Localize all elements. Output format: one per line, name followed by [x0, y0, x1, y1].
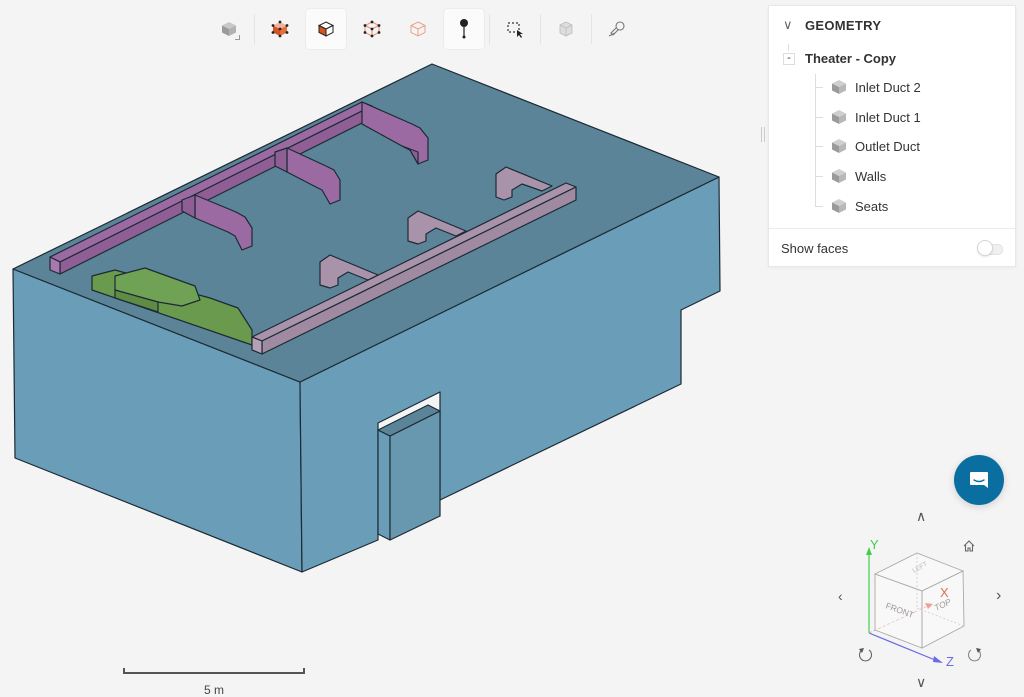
tree-item-label: Seats [855, 198, 889, 214]
solid-view-button[interactable] [209, 9, 249, 49]
tree-item-seats[interactable]: Seats [815, 196, 888, 216]
tree-item-walls[interactable]: Walls [815, 166, 886, 186]
chevron-down-icon[interactable]: ∨ [783, 17, 799, 33]
geometry-panel: ∨ GEOMETRY - Theater - Copy Inlet Duct 2… [768, 5, 1016, 267]
chat-icon [970, 472, 988, 488]
tree-connector [815, 175, 823, 177]
show-faces-label: Show faces [781, 241, 849, 256]
scale-bar-tick [123, 668, 125, 674]
tree-connector [815, 86, 823, 88]
navigation-cube-widget: ∧ ∨ ‹ › Y X Z FRONT TOP LEFT [830, 505, 1024, 696]
wireframe-vertices-button[interactable] [352, 9, 392, 49]
toolbar-divider [489, 14, 490, 44]
y-axis-label: Y [870, 537, 879, 552]
tree-root-label: Theater - Copy [805, 51, 897, 66]
scale-bar-label: 5 m [203, 683, 224, 697]
view-toolbar [206, 8, 640, 50]
tree-item-label: Outlet Duct [855, 138, 921, 154]
toolbar-divider [591, 14, 592, 44]
tree-item-outlet-duct[interactable]: Outlet Duct [815, 136, 920, 156]
wireframe-button[interactable] [398, 9, 438, 49]
solid-cube-icon [832, 169, 846, 183]
point-probe-icon [460, 19, 468, 39]
faces-edges-view-button[interactable] [260, 9, 300, 49]
tree-item-inlet-duct-2[interactable]: Inlet Duct 2 [815, 77, 921, 97]
tree-item-label: Inlet Duct 1 [855, 109, 921, 125]
hide-selection-icon [559, 21, 573, 37]
dropdown-corner-icon [235, 35, 240, 40]
toggle-knob [977, 240, 993, 256]
tree-item-inlet-duct-1[interactable]: Inlet Duct 1 [815, 107, 921, 127]
collapse-icon[interactable]: - [783, 52, 795, 65]
point-probe-button[interactable] [444, 9, 484, 49]
wireframe-icon [410, 21, 426, 37]
section-view-icon [608, 21, 625, 37]
toolbar-divider [254, 14, 255, 44]
orientation-cube[interactable]: Y X Z FRONT TOP LEFT [830, 505, 1024, 696]
solid-cube-icon [832, 139, 846, 153]
3d-viewport[interactable]: ∨ GEOMETRY - Theater - Copy Inlet Duct 2… [0, 0, 1024, 697]
z-axis-label: Z [946, 654, 954, 669]
faces-view-icon [317, 21, 335, 37]
solid-cube-icon [832, 110, 846, 124]
chat-button[interactable] [954, 455, 1004, 505]
toolbar-divider [540, 14, 541, 44]
solid-cube-icon [832, 199, 846, 213]
wireframe-vertices-icon [363, 20, 381, 38]
box-select-icon [507, 22, 523, 38]
z-axis-arrow [933, 656, 943, 663]
panel-divider [769, 228, 1015, 229]
tree-item-label: Inlet Duct 2 [855, 79, 921, 95]
geometry-title: GEOMETRY [805, 17, 882, 33]
tree-connector [815, 205, 823, 207]
scale-bar-line [123, 672, 305, 674]
faces-view-button[interactable] [306, 9, 346, 49]
tree-connector [815, 116, 823, 118]
panel-resize-handle[interactable] [761, 127, 766, 142]
faces-edges-view-icon [271, 20, 289, 38]
door-front [377, 429, 391, 541]
tree-connector [788, 44, 789, 51]
solid-cube-icon [832, 80, 846, 94]
section-view-button[interactable] [597, 9, 637, 49]
geometry-header[interactable]: ∨ GEOMETRY [783, 17, 881, 33]
tree-root-theater-copy[interactable]: - Theater - Copy [783, 51, 896, 66]
box-select-button[interactable] [495, 9, 535, 49]
scale-bar-tick [303, 668, 305, 674]
hide-selection-button[interactable] [546, 9, 586, 49]
tree-item-label: Walls [855, 168, 887, 184]
tree-connector [815, 145, 823, 147]
show-faces-toggle[interactable] [977, 240, 1003, 256]
